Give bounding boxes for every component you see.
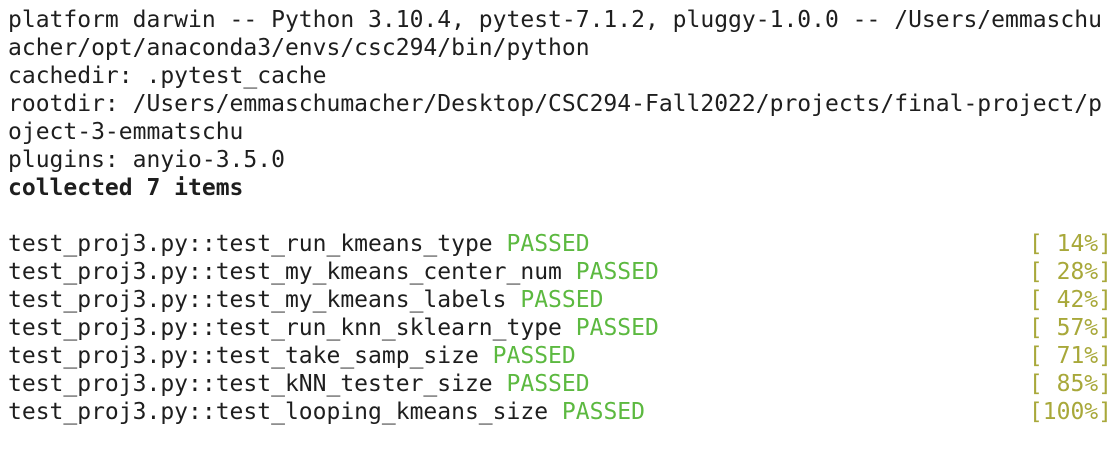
- collected-line: collected 7 items: [8, 175, 244, 201]
- test-name: test_proj3.py::test_take_samp_size: [8, 343, 479, 369]
- status-passed: PASSED: [506, 231, 590, 257]
- rootdir-line-wrap: oject-3-emmatschu: [8, 119, 244, 145]
- test-name: test_proj3.py::test_looping_kmeans_size: [8, 399, 549, 425]
- progress-percent: [ 57%]: [1028, 315, 1112, 341]
- test-result-row: test_proj3.py::test_my_kmeans_center_num…: [8, 258, 1116, 286]
- test-result-row: test_proj3.py::test_take_samp_size PASSE…: [8, 342, 1116, 370]
- test-result-row: test_proj3.py::test_kNN_tester_size PASS…: [8, 370, 1116, 398]
- terminal-output: platform darwin -- Python 3.10.4, pytest…: [8, 6, 1116, 426]
- test-name: test_proj3.py::test_kNN_tester_size: [8, 371, 493, 397]
- progress-percent: [ 71%]: [1028, 343, 1112, 369]
- test-result-row: test_proj3.py::test_my_kmeans_labels PAS…: [8, 286, 1116, 314]
- test-result-row: test_proj3.py::test_run_kmeans_type PASS…: [8, 230, 1116, 258]
- status-passed: PASSED: [506, 371, 590, 397]
- status-passed: PASSED: [492, 343, 576, 369]
- test-result-row: test_proj3.py::test_run_knn_sklearn_type…: [8, 314, 1116, 342]
- progress-percent: [ 28%]: [1028, 259, 1112, 285]
- platform-line-wrap: acher/opt/anaconda3/envs/csc294/bin/pyth…: [8, 35, 590, 61]
- status-passed: PASSED: [575, 259, 659, 285]
- test-results: test_proj3.py::test_run_kmeans_type PASS…: [8, 230, 1116, 426]
- test-result-row: test_proj3.py::test_looping_kmeans_size …: [8, 398, 1116, 426]
- plugins-line: plugins: anyio-3.5.0: [8, 147, 285, 173]
- test-name: test_proj3.py::test_run_knn_sklearn_type: [8, 315, 562, 341]
- rootdir-line: rootdir: /Users/emmaschumacher/Desktop/C…: [8, 91, 1102, 117]
- platform-line: platform darwin -- Python 3.10.4, pytest…: [8, 7, 1102, 33]
- test-name: test_proj3.py::test_my_kmeans_center_num: [8, 259, 562, 285]
- test-name: test_proj3.py::test_run_kmeans_type: [8, 231, 493, 257]
- cachedir-line: cachedir: .pytest_cache: [8, 63, 327, 89]
- test-name: test_proj3.py::test_my_kmeans_labels: [8, 287, 507, 313]
- progress-percent: [ 85%]: [1028, 371, 1112, 397]
- progress-percent: [ 42%]: [1028, 287, 1112, 313]
- status-passed: PASSED: [561, 399, 645, 425]
- progress-percent: [100%]: [1028, 399, 1112, 425]
- progress-percent: [ 14%]: [1028, 231, 1112, 257]
- status-passed: PASSED: [575, 315, 659, 341]
- status-passed: PASSED: [520, 287, 604, 313]
